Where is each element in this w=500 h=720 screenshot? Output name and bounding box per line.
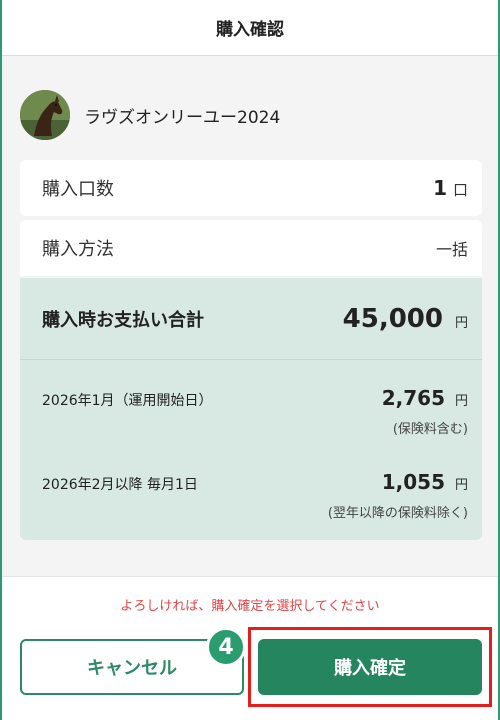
horse-info: ラヴズオンリーユー2024	[20, 90, 280, 140]
quantity-value: 1 口	[433, 176, 468, 200]
total-label: 購入時お支払い合計	[42, 309, 204, 331]
breakdown-value: 2,765 円	[382, 386, 468, 410]
quantity-unit: 口	[452, 181, 468, 199]
quantity-number: 1	[433, 176, 447, 200]
breakdown-unit: 円	[454, 478, 468, 493]
breakdown-label: 2026年1月（運用開始日）	[42, 393, 213, 409]
step-number-badge: 4	[206, 627, 246, 667]
confirm-message: よろしければ、購入確定を選択してください	[120, 599, 380, 614]
horse-avatar	[20, 90, 70, 140]
breakdown-label: 2026年2月以降 毎月1日	[42, 477, 198, 493]
purchase-confirm-screen: 購入確認 ラヴズオンリーユー2024 購入口数 1 口 購入方法 一括 購入時お…	[2, 0, 498, 720]
total-unit: 円	[454, 315, 468, 331]
method-label: 購入方法	[42, 239, 114, 260]
payment-summary: 購入時お支払い合計 45,000 円 2026年1月（運用開始日） 2,765 …	[20, 278, 482, 540]
breakdown-unit: 円	[454, 394, 468, 409]
header: 購入確認	[2, 0, 498, 56]
breakdown-note: (保険料含む)	[392, 422, 468, 437]
total-value: 45,000 円	[343, 304, 468, 334]
breakdown-amount: 1,055	[381, 470, 445, 494]
quantity-row: 購入口数 1 口	[20, 160, 482, 216]
breakdown-row: 2026年2月以降 毎月1日 1,055 円 (翌年以降の保険料除く)	[20, 470, 482, 521]
total-amount: 45,000	[342, 303, 443, 334]
method-row: 購入方法 一括	[20, 220, 482, 276]
action-footer: よろしければ、購入確定を選択してください キャンセル 購入確定 4	[2, 576, 498, 720]
total-row: 購入時お支払い合計 45,000 円	[20, 278, 482, 360]
breakdown-value: 1,055 円	[382, 470, 468, 494]
breakdown-note: (翌年以降の保険料除く)	[327, 506, 468, 521]
confirm-purchase-button[interactable]: 購入確定	[258, 639, 482, 695]
breakdown-row: 2026年1月（運用開始日） 2,765 円 (保険料含む)	[20, 386, 482, 437]
method-value: 一括	[435, 240, 468, 259]
page-title: 購入確認	[216, 20, 284, 40]
horse-name: ラヴズオンリーユー2024	[84, 107, 281, 128]
breakdown-amount: 2,765	[381, 386, 445, 410]
quantity-label: 購入口数	[42, 179, 114, 200]
